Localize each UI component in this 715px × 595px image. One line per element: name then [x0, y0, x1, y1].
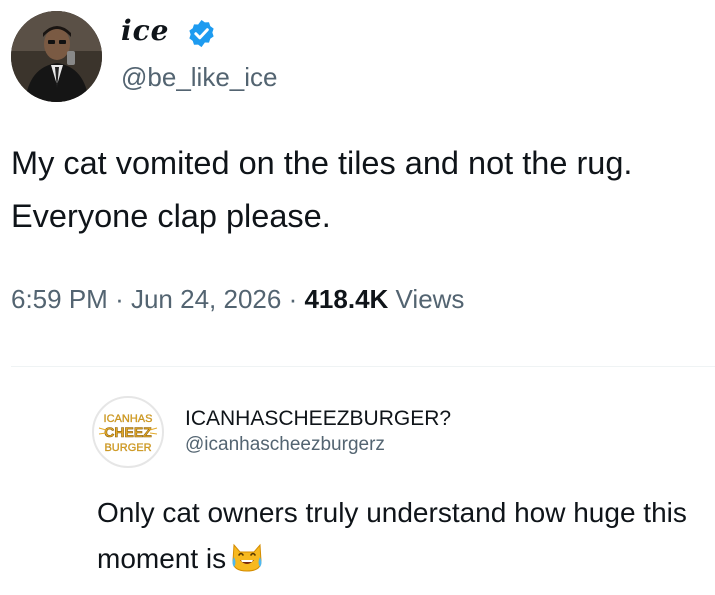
quote-text: Only cat owners truly understand how hug…	[97, 490, 697, 582]
cat-tears-of-joy-emoji-icon	[232, 543, 262, 572]
views-label: Views	[395, 284, 465, 314]
views-count[interactable]: 418.4K	[304, 284, 388, 314]
meta-separator: ·	[115, 284, 124, 314]
quote-author-name[interactable]: ICANHASCHEEZBURGER?	[185, 407, 451, 431]
tweet-date[interactable]: Jun 24, 2026	[131, 284, 281, 314]
author-handle[interactable]: @be_like_ice	[121, 62, 277, 93]
author-display-name[interactable]: ice	[121, 14, 170, 47]
quoted-tweet[interactable]: ICANHAS CHEEZ BURGER ICANHASCHEEZBURGER?…	[90, 390, 710, 590]
quote-author-handle[interactable]: @icanhascheezburgerz	[185, 434, 385, 456]
tweet: ice @be_like_ice My cat vomited on the t…	[0, 0, 715, 365]
tweet-text: My cat vomited on the tiles and not the …	[11, 145, 633, 234]
tweet-metadata: 6:59 PM · Jun 24, 2026 · 418.4K Views	[11, 284, 464, 315]
logo-line-3: BURGER	[104, 442, 151, 454]
author-avatar[interactable]	[11, 11, 102, 102]
avatar-photo	[11, 11, 102, 102]
meta-separator: ·	[288, 284, 298, 314]
tweet-time[interactable]: 6:59 PM	[11, 284, 108, 314]
icanhascheezburger-logo-icon[interactable]: ICANHAS CHEEZ BURGER	[92, 396, 164, 468]
divider	[11, 366, 715, 367]
logo-line-2: CHEEZ	[104, 424, 152, 440]
quote-text-body: Only cat owners truly understand how hug…	[97, 497, 687, 574]
verified-badge-icon	[189, 19, 214, 48]
